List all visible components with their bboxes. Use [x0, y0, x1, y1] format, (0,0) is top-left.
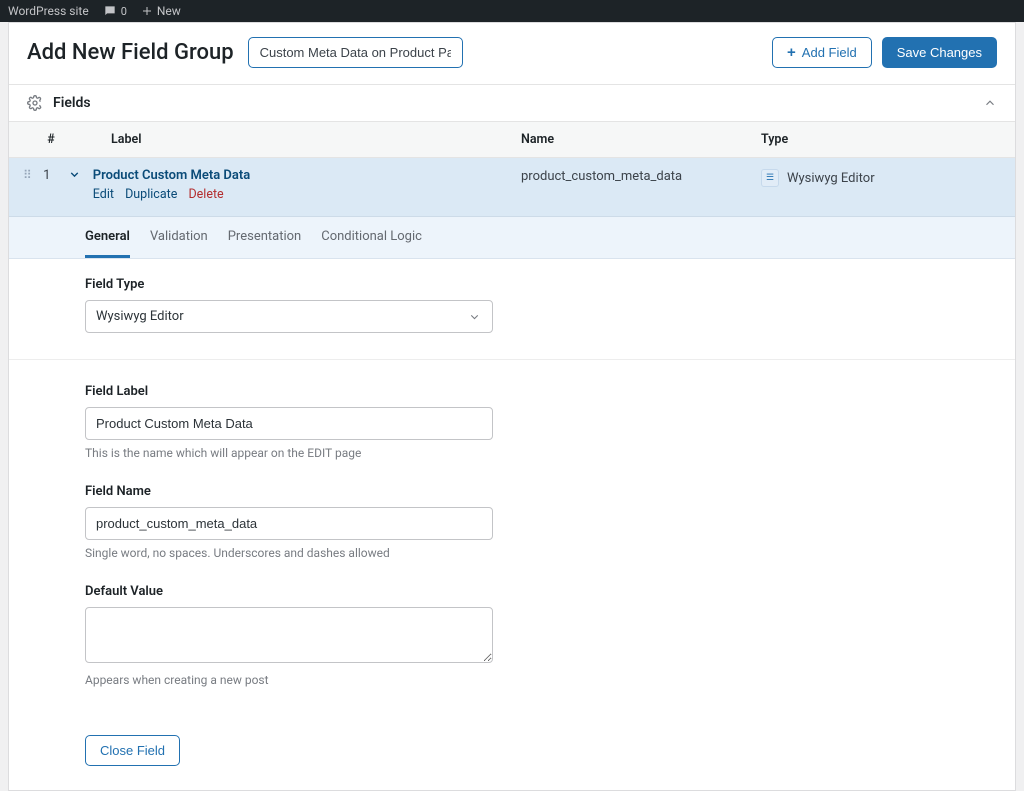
- row-name: product_custom_meta_data: [521, 168, 761, 184]
- panel-title: Fields: [53, 95, 91, 111]
- page-header: Add New Field Group + Add Field Save Cha…: [9, 23, 1015, 84]
- close-field-label: Close Field: [100, 743, 165, 758]
- field-name-label: Field Name: [85, 484, 493, 499]
- header-actions: + Add Field Save Changes: [772, 37, 997, 68]
- close-field-button[interactable]: Close Field: [85, 735, 180, 766]
- row-order: 1: [38, 168, 56, 183]
- group-title-input[interactable]: [248, 37, 463, 68]
- chevron-up-icon[interactable]: [983, 96, 997, 110]
- plus-icon: [141, 5, 153, 17]
- row-label[interactable]: Product Custom Meta Data: [93, 168, 521, 183]
- col-type: Type: [761, 132, 1001, 147]
- default-value-help: Appears when creating a new post: [85, 673, 493, 687]
- main: Add New Field Group + Add Field Save Cha…: [8, 22, 1016, 791]
- col-name: Name: [521, 132, 761, 147]
- field-label-label: Field Label: [85, 384, 493, 399]
- row-label-block: Product Custom Meta Data Edit Duplicate …: [93, 168, 521, 202]
- admin-bar-new[interactable]: New: [141, 4, 181, 18]
- save-changes-button[interactable]: Save Changes: [882, 37, 997, 68]
- row-duplicate-link[interactable]: Duplicate: [125, 187, 177, 202]
- col-label: Label: [79, 132, 521, 147]
- admin-bar-site[interactable]: WordPress site: [8, 4, 89, 18]
- field-name-input[interactable]: [85, 507, 493, 540]
- save-label: Save Changes: [897, 45, 982, 60]
- wysiwyg-icon: ☰: [761, 169, 779, 187]
- panel-header[interactable]: Fields: [9, 85, 1015, 122]
- field-label-section: Field Label This is the name which will …: [85, 384, 493, 460]
- close-row: Close Field: [9, 731, 1015, 790]
- tab-conditional[interactable]: Conditional Logic: [321, 217, 422, 258]
- field-name-section: Field Name Single word, no spaces. Under…: [85, 484, 493, 560]
- col-order: #: [23, 132, 79, 147]
- default-value-input[interactable]: [85, 607, 493, 663]
- form-body: Field Type Wysiwyg Editor Field Label Th…: [9, 259, 1015, 731]
- row-delete-link[interactable]: Delete: [188, 187, 223, 202]
- tab-presentation[interactable]: Presentation: [228, 217, 302, 258]
- row-actions: Edit Duplicate Delete: [93, 187, 521, 202]
- fields-table-header: # Label Name Type: [9, 122, 1015, 158]
- default-value-section: Default Value Appears when creating a ne…: [85, 584, 493, 687]
- admin-bar-comments[interactable]: 0: [103, 4, 127, 18]
- default-value-label: Default Value: [85, 584, 493, 599]
- fields-panel: Fields # Label Name Type ⠿ 1 Product Cus…: [9, 84, 1015, 790]
- row-type-label: Wysiwyg Editor: [787, 171, 875, 186]
- tab-validation[interactable]: Validation: [150, 217, 208, 258]
- field-type-value: Wysiwyg Editor: [96, 309, 184, 324]
- comment-icon: [103, 4, 117, 18]
- chevron-down-icon[interactable]: [68, 168, 81, 181]
- field-label-help: This is the name which will appear on th…: [85, 446, 493, 460]
- field-tabs: General Validation Presentation Conditio…: [9, 217, 1015, 259]
- gear-icon: [27, 95, 43, 111]
- field-row[interactable]: ⠿ 1 Product Custom Meta Data Edit Duplic…: [9, 158, 1015, 217]
- drag-handle-icon[interactable]: ⠿: [23, 168, 32, 182]
- field-label-input[interactable]: [85, 407, 493, 440]
- admin-bar: WordPress site 0 New: [0, 0, 1024, 22]
- field-name-help: Single word, no spaces. Underscores and …: [85, 546, 493, 560]
- tab-general[interactable]: General: [85, 217, 130, 258]
- field-type-label: Field Type: [85, 277, 1001, 292]
- row-type: ☰ Wysiwyg Editor: [761, 168, 1001, 187]
- field-type-select[interactable]: Wysiwyg Editor: [85, 300, 493, 333]
- add-field-button[interactable]: + Add Field: [772, 37, 872, 68]
- field-type-section: Field Type Wysiwyg Editor: [9, 277, 1015, 360]
- site-name: WordPress site: [8, 4, 89, 18]
- row-edit-link[interactable]: Edit: [93, 187, 114, 202]
- plus-icon: +: [787, 45, 796, 60]
- add-field-label: Add Field: [802, 45, 857, 60]
- comment-count: 0: [121, 5, 127, 18]
- new-label: New: [157, 4, 181, 18]
- page-title: Add New Field Group: [27, 40, 234, 65]
